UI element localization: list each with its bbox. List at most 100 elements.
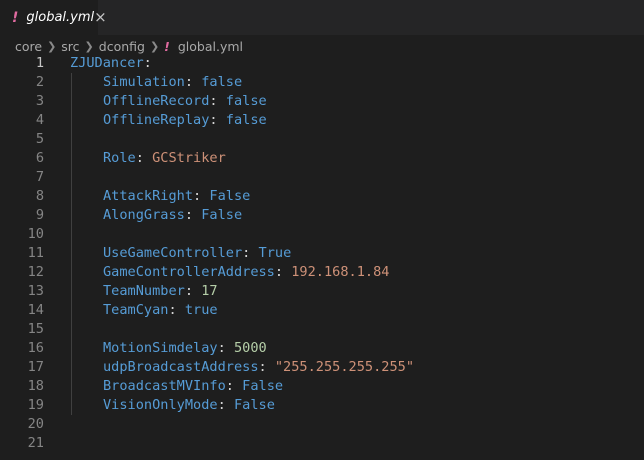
code-line[interactable]: 7 <box>0 168 644 187</box>
code-line[interactable]: 5 <box>0 130 644 149</box>
editor-tab-bar: ! global.yml × <box>0 0 644 35</box>
code-line[interactable]: 21 <box>0 434 644 453</box>
yaml-colon: : <box>168 302 185 318</box>
code-line[interactable]: 11 UseGameController: True <box>0 244 644 263</box>
line-content: udpBroadcastAddress: "255.255.255.255" <box>70 358 414 377</box>
chevron-right-icon: ❯ <box>84 39 94 53</box>
line-number: 17 <box>27 359 44 375</box>
yaml-value: true <box>184 302 218 318</box>
line-number: 11 <box>27 245 44 261</box>
yaml-file-icon: ! <box>164 38 170 54</box>
yaml-colon: : <box>209 112 226 128</box>
line-number: 15 <box>27 321 44 337</box>
yaml-value: False <box>209 188 251 204</box>
yaml-colon: : <box>217 340 234 356</box>
line-content: Role: GCStriker <box>70 149 226 168</box>
yaml-colon: : <box>258 359 275 375</box>
yaml-value: True <box>258 245 292 261</box>
yaml-value: False <box>201 207 243 223</box>
yaml-value: false <box>225 112 267 128</box>
line-content: TeamNumber: 17 <box>70 282 218 301</box>
yaml-key: OfflineReplay <box>103 112 210 128</box>
line-content: AttackRight: False <box>70 187 250 206</box>
code-line[interactable]: 3 OfflineRecord: false <box>0 92 644 111</box>
yaml-key: VisionOnlyMode <box>103 397 218 413</box>
line-number: 18 <box>27 378 44 394</box>
line-number: 2 <box>35 74 44 90</box>
line-content: ZJUDancer: <box>70 54 152 73</box>
breadcrumb-item-file[interactable]: global.yml <box>178 39 243 54</box>
yaml-key: Simulation <box>103 74 185 90</box>
yaml-key: ZJUDancer <box>70 55 144 71</box>
line-number: 4 <box>35 112 44 128</box>
yaml-value: false <box>201 74 243 90</box>
line-number: 5 <box>35 131 44 147</box>
line-content: BroadcastMVInfo: False <box>70 377 283 396</box>
code-line[interactable]: 9 AlongGrass: False <box>0 206 644 225</box>
yaml-value: 192.168.1.84 <box>291 264 390 280</box>
code-line[interactable]: 10 <box>0 225 644 244</box>
yaml-value: GCStriker <box>152 150 226 166</box>
yaml-key: AttackRight <box>103 188 194 204</box>
code-line[interactable]: 17 udpBroadcastAddress: "255.255.255.255" <box>0 358 644 377</box>
tab-global-yml[interactable]: ! global.yml × <box>0 0 107 35</box>
tab-title: global.yml <box>26 10 95 25</box>
line-content: GameControllerAddress: 192.168.1.84 <box>70 263 389 282</box>
line-content: MotionSimdelay: 5000 <box>70 339 267 358</box>
line-number: 16 <box>27 340 44 356</box>
code-line[interactable]: 18 BroadcastMVInfo: False <box>0 377 644 396</box>
line-number: 20 <box>27 416 44 432</box>
code-line[interactable]: 6 Role: GCStriker <box>0 149 644 168</box>
yaml-key: OfflineRecord <box>103 93 210 109</box>
line-number: 10 <box>27 226 44 242</box>
line-number: 6 <box>35 150 44 166</box>
line-number: 19 <box>27 397 44 413</box>
yaml-colon: : <box>225 378 243 394</box>
yaml-colon: : <box>135 150 153 166</box>
yaml-key: TeamNumber <box>103 283 185 299</box>
breadcrumb-item-dconfig[interactable]: dconfig <box>99 39 145 54</box>
code-line[interactable]: 13 TeamNumber: 17 <box>0 282 644 301</box>
line-content: AlongGrass: False <box>70 206 242 225</box>
line-number: 14 <box>27 302 44 318</box>
chevron-right-icon: ❯ <box>149 39 160 53</box>
yaml-value: False <box>242 378 284 394</box>
yaml-key: UseGameController <box>103 245 243 261</box>
code-line[interactable]: 12 GameControllerAddress: 192.168.1.84 <box>0 263 644 282</box>
code-line[interactable]: 19 VisionOnlyMode: False <box>0 396 644 415</box>
yaml-key: BroadcastMVInfo <box>103 378 226 394</box>
line-content: OfflineRecord: false <box>70 92 267 111</box>
line-number: 9 <box>35 207 44 223</box>
line-number: 21 <box>27 435 44 451</box>
yaml-colon: : <box>209 93 226 109</box>
code-line[interactable]: 1 ZJUDancer: <box>0 54 644 73</box>
code-line[interactable]: 16 MotionSimdelay: 5000 <box>0 339 644 358</box>
code-line[interactable]: 2 Simulation: false <box>0 73 644 92</box>
line-number: 7 <box>35 169 44 185</box>
yaml-value: 5000 <box>233 340 267 356</box>
line-number: 1 <box>35 55 44 71</box>
yaml-key: udpBroadcastAddress <box>103 359 259 375</box>
breadcrumb-item-src[interactable]: src <box>61 39 79 54</box>
code-line[interactable]: 14 TeamCyan: true <box>0 301 644 320</box>
yaml-key: MotionSimdelay <box>103 340 218 356</box>
line-number: 13 <box>27 283 44 299</box>
close-icon[interactable]: × <box>94 10 107 25</box>
yaml-key: AlongGrass <box>103 207 185 223</box>
yaml-value: False <box>233 397 275 413</box>
yaml-colon: : <box>274 264 292 280</box>
line-content: Simulation: false <box>70 73 242 92</box>
code-line[interactable]: 4 OfflineReplay: false <box>0 111 644 130</box>
code-line[interactable]: 15 <box>0 320 644 339</box>
yaml-key: TeamCyan <box>103 302 169 318</box>
yaml-value: "255.255.255.255" <box>274 359 415 375</box>
breadcrumb-item-core[interactable]: core <box>15 39 42 54</box>
code-line[interactable]: 20 <box>0 415 644 434</box>
yaml-colon: : <box>184 74 202 90</box>
line-number: 3 <box>35 93 44 109</box>
line-number: 8 <box>35 188 44 204</box>
code-line[interactable]: 8 AttackRight: False <box>0 187 644 206</box>
yaml-key: Role <box>103 150 136 166</box>
code-editor[interactable]: 1 ZJUDancer: 2 Simulation: false 3 OfflineRec… <box>0 54 644 460</box>
yaml-colon: : <box>143 55 152 71</box>
